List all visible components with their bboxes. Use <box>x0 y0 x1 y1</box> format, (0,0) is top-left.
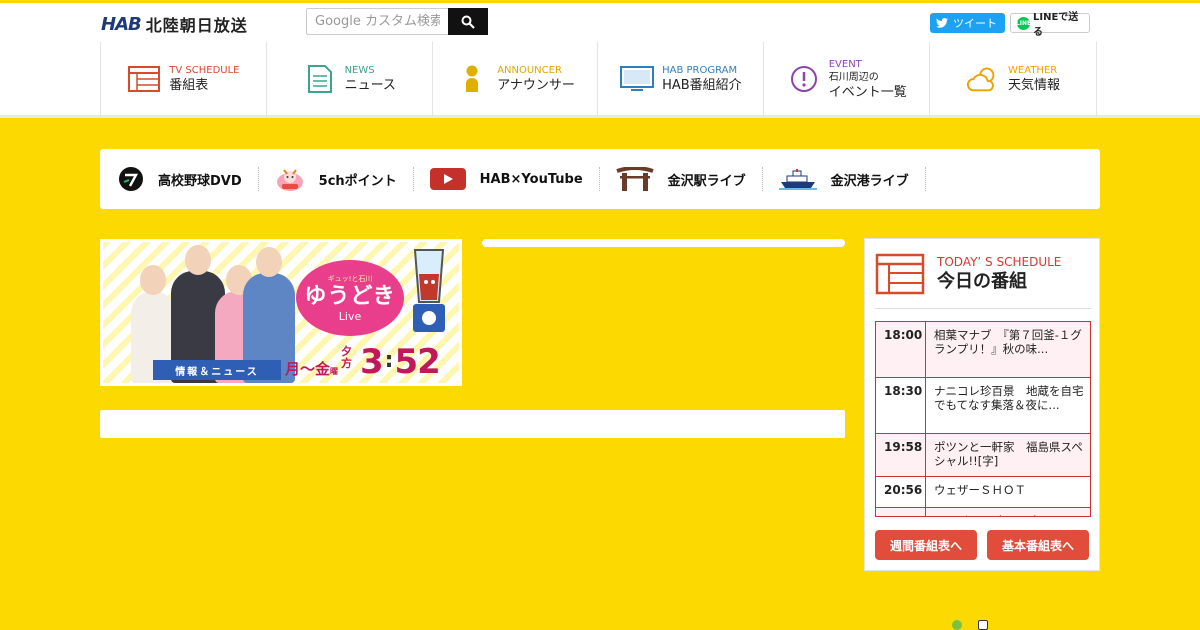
quick-link-label: 高校野球DVD <box>158 173 242 189</box>
schedule-time: 19:58 <box>876 434 926 476</box>
nav-en-label: ANNOUNCER <box>497 65 562 76</box>
schedule-title: ポツンと一軒家 福島県スペシャル!![字] <box>926 434 1090 476</box>
main-nav: TV SCHEDULE 番組表 NEWS ニュース ANNOUNCER アナウン… <box>0 42 1200 118</box>
weekly-schedule-button[interactable]: 週間番組表へ <box>875 530 977 560</box>
pager-dot[interactable] <box>952 620 962 630</box>
nav-ja-label: 番組表 <box>169 78 209 93</box>
schedule-time: 18:30 <box>876 378 926 433</box>
logo-mark: HAB <box>101 13 142 35</box>
line-label: LINEで送る <box>1033 12 1079 38</box>
nav-en-label: WEATHER <box>1008 65 1058 76</box>
schedule-row[interactable]: 21:00 フィギュアグランプリ <box>876 508 1090 516</box>
nav-ja-sub-label: 石川周辺の <box>828 71 879 83</box>
line-icon: LINE <box>1016 16 1031 30</box>
blender-mascot-icon <box>413 249 445 332</box>
schedule-list[interactable]: 18:00 相葉マナブ 『第７回釜-１グランプリ！』秋の味... 18:30 ナ… <box>875 321 1091 517</box>
search-icon <box>461 15 475 29</box>
search-button[interactable] <box>448 8 488 35</box>
top-bar: HAB 北陸朝日放送 ツイート LINE LINEで送る <box>0 0 1200 42</box>
search-form <box>306 8 488 35</box>
basic-schedule-button[interactable]: 基本番組表へ <box>987 530 1089 560</box>
quick-link-5ch-point[interactable]: 5chポイント <box>275 167 414 191</box>
broadcast-hour: 3 <box>360 342 384 382</box>
quick-link-label: 金沢港ライブ <box>830 173 909 189</box>
content-placeholder-bar <box>482 239 845 247</box>
schedule-title: 相葉マナブ 『第７回釜-１グランプリ！』秋の味... <box>926 322 1090 377</box>
nav-en-label: EVENT <box>828 58 862 70</box>
quick-link-label: 金沢駅ライブ <box>667 173 746 189</box>
quick-link-label: HAB×YouTube <box>479 171 583 187</box>
program-banner-yudoki[interactable]: ギュッ!と石川 ゆうどき Live 情報＆ニュース 月～金曜 夕方 3:52 <box>100 239 462 386</box>
exclamation-circle-icon <box>787 62 821 96</box>
5ch-mascot-icon <box>275 166 305 192</box>
kanazawa-gate-icon <box>616 167 654 191</box>
schedule-row[interactable]: 20:56 ウェザーＳＨＯＴ <box>876 477 1090 508</box>
quick-links: 高校野球DVD 5chポイント HAB×YouTube 金沢駅ライブ 金沢港ライ… <box>100 149 1100 209</box>
schedule-title: ナニコレ珍百景 地蔵を自宅でもてなす集落＆夜に... <box>934 384 1084 412</box>
logo-name: 北陸朝日放送 <box>145 16 248 35</box>
ship-icon <box>778 168 817 190</box>
schedule-grid-icon <box>875 253 925 295</box>
schedule-row[interactable]: 19:58 ポツンと一軒家 福島県スペシャル!![字] <box>876 434 1090 477</box>
tweet-label: ツイート <box>953 17 997 30</box>
nav-en-label: NEWS <box>344 65 375 76</box>
schedule-title: ウェザーＳＨＯＴ <box>934 483 1026 497</box>
broadcast-time: 3:52 <box>360 342 441 382</box>
content-placeholder-panel <box>100 410 845 438</box>
nav-tv-schedule[interactable]: TV SCHEDULE 番組表 <box>101 42 267 116</box>
nav-ja-label: イベント一覧 <box>828 84 907 100</box>
pager-dot[interactable] <box>978 620 988 630</box>
nav-hab-program[interactable]: HAB PROGRAM HAB番組紹介 <box>598 42 765 116</box>
news-document-icon <box>303 62 337 96</box>
broadcast-evening-label: 夕方 <box>341 345 352 370</box>
nav-news[interactable]: NEWS ニュース <box>267 42 433 116</box>
schedule-ja-title: 今日の番組 <box>937 271 1027 292</box>
schedule-time: 18:00 <box>876 322 926 377</box>
program-logo: ギュッ!と石川 ゆうどき Live <box>296 260 404 336</box>
quick-link-baseball-dvd[interactable]: 高校野球DVD <box>118 167 259 191</box>
broadcast-minute: 52 <box>394 342 440 382</box>
youtube-icon <box>429 168 466 190</box>
program-title: ゆうどき <box>304 283 396 309</box>
schedule-header: TODAY’ S SCHEDULE 今日の番組 <box>875 251 1091 309</box>
line-share-button[interactable]: LINE LINEで送る <box>1010 12 1090 38</box>
quick-link-youtube[interactable]: HAB×YouTube <box>429 167 600 191</box>
twitter-bird-icon <box>936 18 948 28</box>
tweet-button[interactable]: ツイート <box>930 13 1005 33</box>
schedule-row[interactable]: 18:00 相葉マナブ 『第７回釜-１グランプリ！』秋の味... <box>876 322 1090 378</box>
nav-announcer[interactable]: ANNOUNCER アナウンサー <box>433 42 599 116</box>
schedule-title: フィギュアグランプリ <box>926 508 1090 516</box>
nav-ja-label: 天気情報 <box>1008 78 1061 93</box>
days-text: 月～金 <box>285 360 331 378</box>
schedule-time: 20:56 <box>876 477 926 507</box>
nav-ja-label: ニュース <box>344 78 396 93</box>
program-tagline: ギュッ!と石川 <box>327 274 373 283</box>
schedule-row[interactable]: 18:30 ナニコレ珍百景 地蔵を自宅でもてなす集落＆夜に... <box>876 378 1090 434</box>
nav-en-label: HAB PROGRAM <box>662 65 738 76</box>
days-suffix: 曜 <box>330 367 339 376</box>
baseball-logo-icon <box>118 166 144 192</box>
todays-schedule-panel: TODAY’ S SCHEDULE 今日の番組 18:00 相葉マナブ 『第７回… <box>864 238 1100 571</box>
nav-ja-label: アナウンサー <box>497 78 575 93</box>
quick-link-kanazawa-station[interactable]: 金沢駅ライブ <box>616 167 763 191</box>
program-live-label: Live <box>338 309 362 323</box>
quick-link-label: 5chポイント <box>318 173 397 189</box>
nav-weather[interactable]: WEATHER 天気情報 <box>930 42 1097 116</box>
nav-en-label: TV SCHEDULE <box>169 65 240 76</box>
quick-link-kanazawa-port[interactable]: 金沢港ライブ <box>778 167 926 191</box>
nav-event[interactable]: EVENT 石川周辺の イベント一覧 <box>764 42 931 116</box>
schedule-en-title: TODAY’ S SCHEDULE <box>937 255 1062 269</box>
tv-monitor-icon <box>620 62 655 96</box>
announcer-person-icon <box>455 62 489 96</box>
site-logo[interactable]: HAB 北陸朝日放送 <box>101 12 248 36</box>
weather-cloud-sun-icon <box>966 62 1000 96</box>
nav-ja-label: HAB番組紹介 <box>662 78 742 93</box>
broadcast-days: 月～金曜 <box>285 358 338 379</box>
schedule-grid-icon <box>127 62 161 96</box>
info-news-label: 情報＆ニュース <box>153 360 281 380</box>
search-input[interactable] <box>306 8 448 35</box>
schedule-time: 21:00 <box>876 508 926 516</box>
